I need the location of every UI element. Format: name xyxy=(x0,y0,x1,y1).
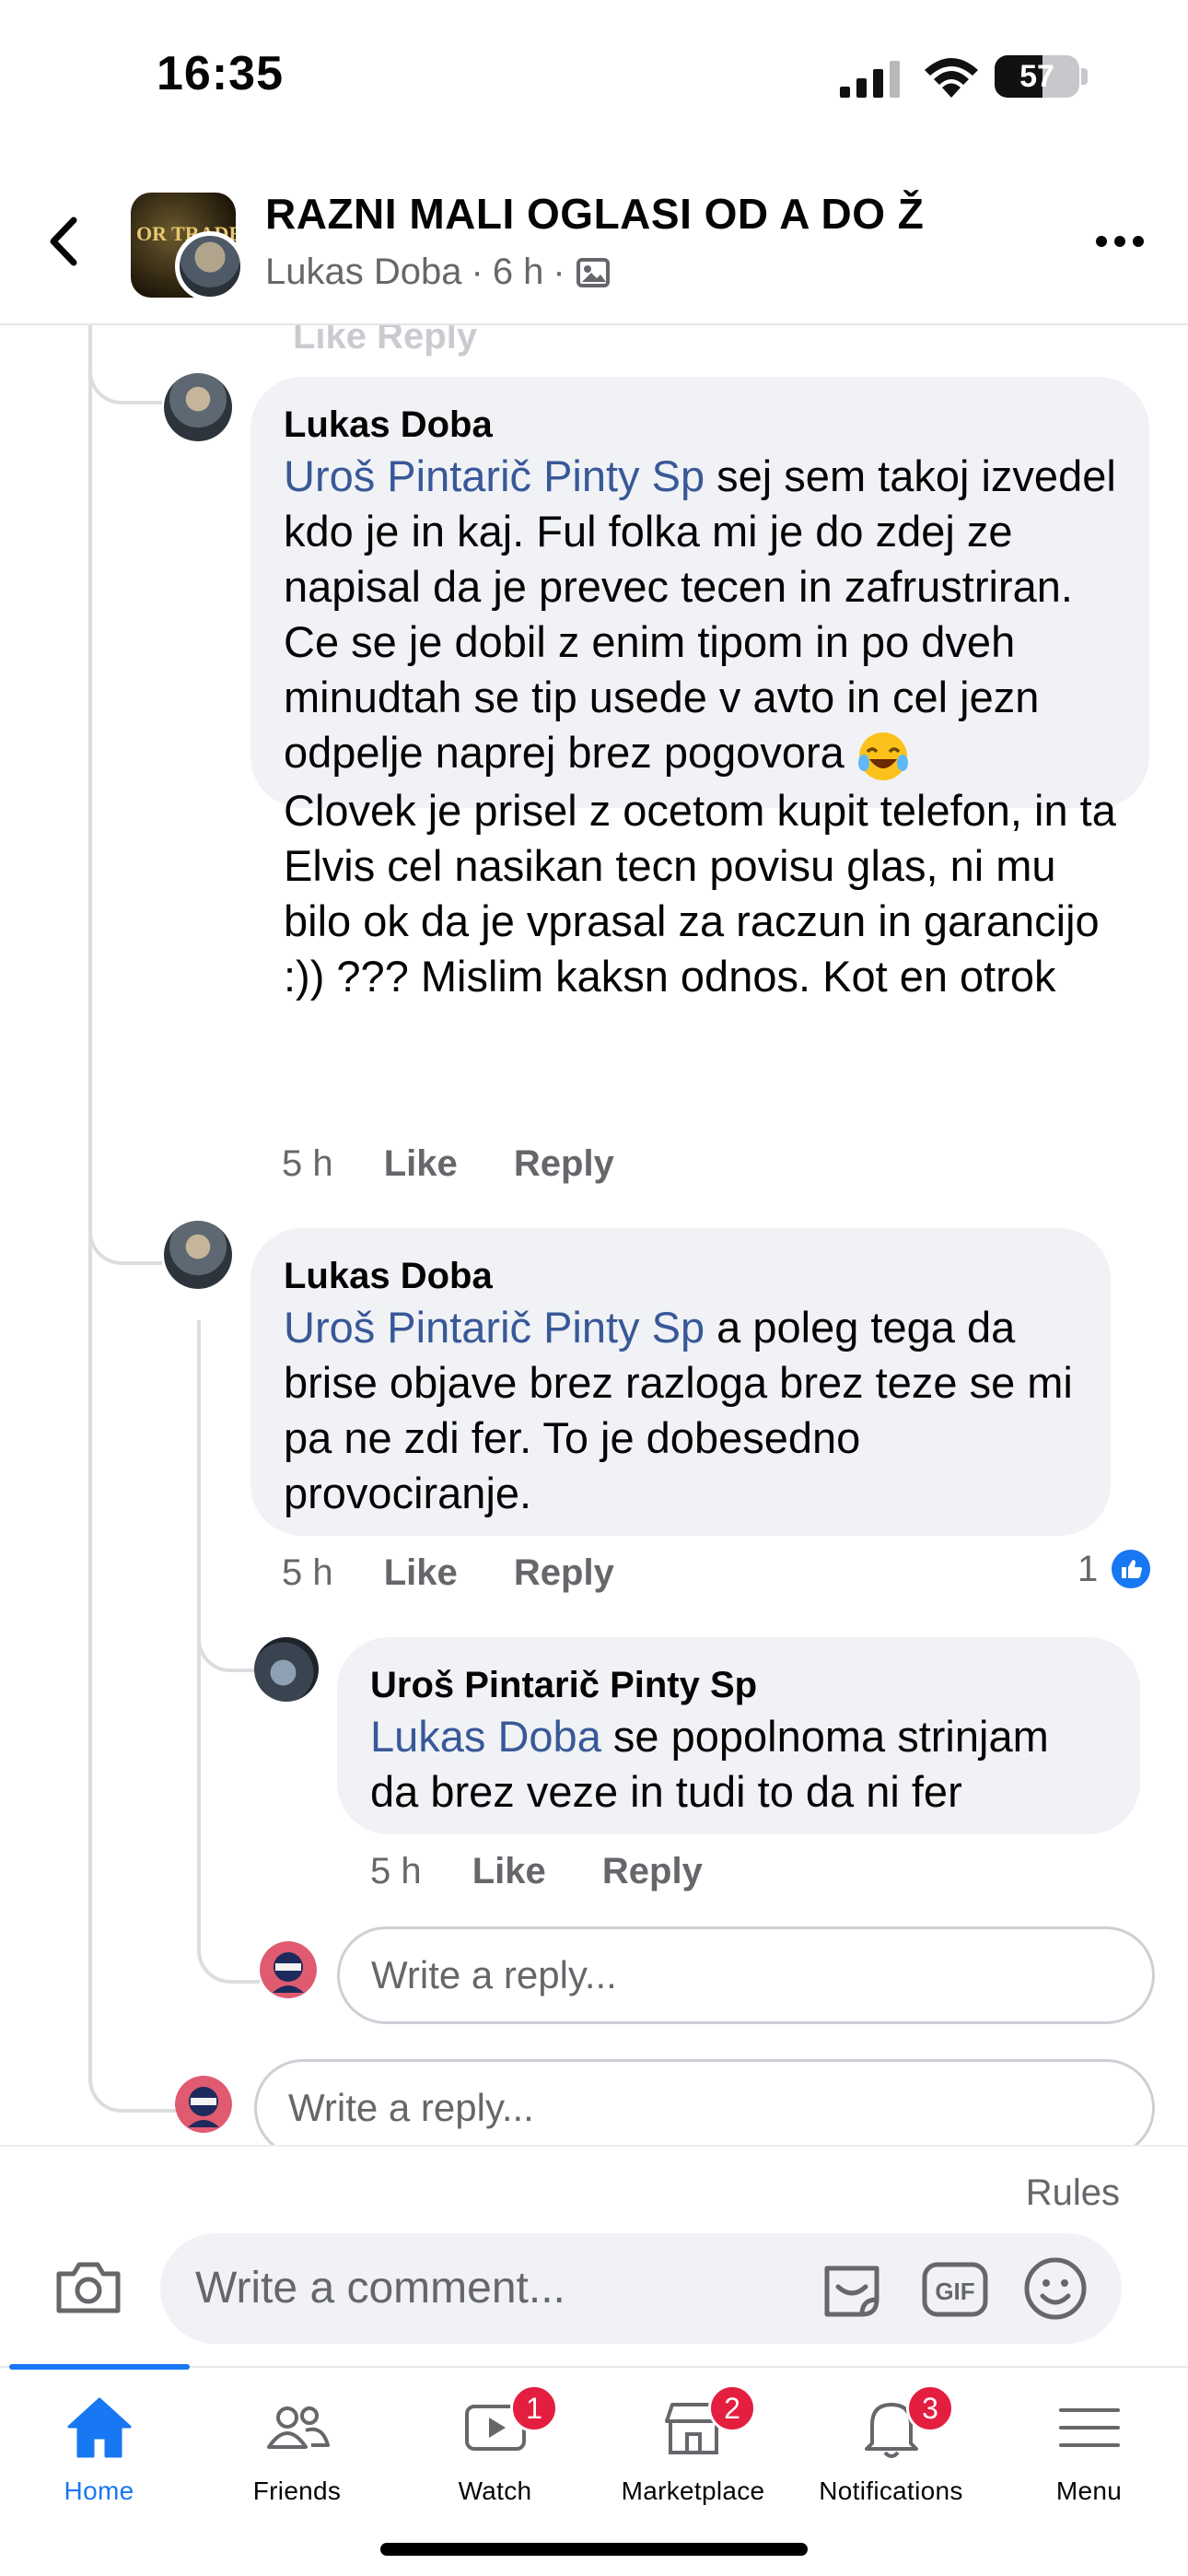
thread-connector xyxy=(88,2039,177,2113)
my-avatar xyxy=(175,2076,232,2133)
tab-label: Menu xyxy=(1055,2476,1123,2505)
notification-badge: 3 xyxy=(906,2384,954,2432)
thread-connector xyxy=(197,1910,260,1984)
reply-button[interactable]: Reply xyxy=(514,1143,614,1184)
gif-icon[interactable]: GIF xyxy=(921,2259,989,2320)
tab-label: Watch xyxy=(458,2476,532,2505)
reply-button[interactable]: Reply xyxy=(602,1851,703,1891)
mention-link[interactable]: Uroš Pintarič Pinty Sp xyxy=(284,451,705,500)
comment-text: Uroš Pintarič Pinty Sp a poleg tega da b… xyxy=(284,1300,1077,1521)
tab-home[interactable]: Home xyxy=(0,2390,198,2510)
reaction-count: 1 xyxy=(1077,1548,1099,1589)
notification-badge: 1 xyxy=(510,2384,558,2432)
meta-separator: · xyxy=(471,252,483,292)
tab-marketplace[interactable]: 2 Marketplace xyxy=(594,2384,792,2510)
notification-badge: 2 xyxy=(708,2384,756,2432)
wifi-icon xyxy=(925,58,978,98)
tab-notifications[interactable]: 3 Notifications xyxy=(792,2384,990,2510)
mention-link[interactable]: Lukas Doba xyxy=(370,1712,601,1761)
reply-input[interactable]: Write a reply... xyxy=(337,1926,1155,2024)
status-bar: 16:35 57 xyxy=(0,0,1188,161)
like-button[interactable]: Like xyxy=(472,1851,546,1891)
comment-author[interactable]: Lukas Doba xyxy=(284,401,1116,449)
comment-placeholder: Write a comment... xyxy=(195,2264,565,2313)
comment-thread: Like Reply Lukas Doba Uroš Pintarič Pint… xyxy=(0,325,1188,2145)
comment-bubble[interactable]: Lukas Doba Uroš Pintarič Pinty Sp sej se… xyxy=(250,377,1149,1001)
thread-connector xyxy=(88,1173,162,1265)
author-avatar[interactable] xyxy=(175,231,245,301)
battery-cap xyxy=(1081,68,1088,85)
tab-label: Notifications xyxy=(819,2476,963,2505)
comment-input[interactable]: Write a comment... GIF xyxy=(160,2233,1122,2344)
comment-body-continued: Clovek je prisel z ocetom kupit telefon,… xyxy=(284,785,1116,1001)
avatar[interactable] xyxy=(254,1637,319,1702)
comment-time: 5 h xyxy=(282,1552,333,1593)
home-indicator xyxy=(380,2543,808,2556)
tab-label: Home xyxy=(64,2476,134,2505)
group-name[interactable]: RAZNI MALI OGLASI OD A DO Ž xyxy=(265,189,924,239)
battery-percentage: 57 xyxy=(1019,59,1054,94)
status-time: 16:35 xyxy=(157,47,284,100)
tab-label: Friends xyxy=(252,2476,342,2505)
svg-text:GIF: GIF xyxy=(935,2277,974,2305)
like-button[interactable]: Like xyxy=(384,1143,458,1184)
comment-actions: 5 h Like Reply xyxy=(282,1552,660,1594)
emoji-icon[interactable] xyxy=(1022,2255,1089,2322)
active-tab-indicator xyxy=(9,2364,190,2370)
mention-link[interactable]: Uroš Pintarič Pinty Sp xyxy=(284,1303,705,1352)
post-meta: Lukas Doba · 6 h · xyxy=(265,252,611,293)
comment-author[interactable]: Uroš Pintarič Pinty Sp xyxy=(370,1661,1107,1709)
comment-bubble[interactable]: Lukas Doba Uroš Pintarič Pinty Sp a pole… xyxy=(250,1228,1111,1536)
comment-time: 5 h xyxy=(282,1143,333,1184)
thread-connector xyxy=(88,344,162,404)
like-button[interactable]: Like xyxy=(384,1552,458,1593)
meta-separator: · xyxy=(553,252,565,292)
laughing-emoji-icon xyxy=(857,732,908,780)
sticker-icon[interactable] xyxy=(818,2255,886,2324)
reply-button[interactable]: Reply xyxy=(514,1552,614,1593)
post-author[interactable]: Lukas Doba xyxy=(265,252,461,293)
cellular-signal-icon xyxy=(840,61,900,98)
thumbs-up-icon xyxy=(1109,1547,1154,1591)
comment-actions: 5 h Like Reply xyxy=(282,1143,660,1185)
tab-friends[interactable]: Friends xyxy=(198,2390,396,2510)
battery-icon: 57 xyxy=(995,55,1079,98)
my-avatar xyxy=(260,1941,317,1998)
comment-author[interactable]: Lukas Doba xyxy=(284,1252,1077,1300)
tab-menu[interactable]: Menu xyxy=(990,2390,1188,2510)
post-age: 6 h xyxy=(492,252,544,292)
photo-privacy-icon xyxy=(576,257,610,287)
home-icon xyxy=(67,2397,131,2458)
previous-comment-actions[interactable]: Like Reply xyxy=(293,325,477,357)
friends-icon xyxy=(266,2406,330,2449)
comment-composer: Rules Write a comment... GIF xyxy=(0,2145,1188,2366)
back-icon[interactable] xyxy=(42,209,88,274)
reply-input[interactable]: Write a reply... xyxy=(254,2059,1155,2145)
post-header: OR TRADE RAZNI MALI OGLASI OD A DO Ž Luk… xyxy=(0,161,1188,325)
comment-text: Lukas Doba se popolnoma strinjam da brez… xyxy=(370,1709,1107,1820)
tab-label: Marketplace xyxy=(621,2476,765,2505)
more-icon[interactable] xyxy=(1092,228,1147,255)
camera-icon[interactable] xyxy=(53,2257,123,2316)
avatar[interactable] xyxy=(164,373,232,441)
thread-connector xyxy=(197,1597,258,1672)
comment-time: 5 h xyxy=(370,1851,422,1891)
menu-icon xyxy=(1058,2408,1120,2447)
comment-bubble[interactable]: Uroš Pintarič Pinty Sp Lukas Doba se pop… xyxy=(337,1637,1140,1834)
comment-text: Uroš Pintarič Pinty Sp sej sem takoj izv… xyxy=(284,449,1116,1004)
rules-link[interactable]: Rules xyxy=(1026,2172,1120,2214)
avatar[interactable] xyxy=(164,1221,232,1289)
tab-watch[interactable]: 1 Watch xyxy=(396,2384,594,2510)
reaction-summary[interactable]: 1 xyxy=(1077,1547,1154,1591)
comment-actions: 5 h Like Reply xyxy=(370,1851,749,1892)
